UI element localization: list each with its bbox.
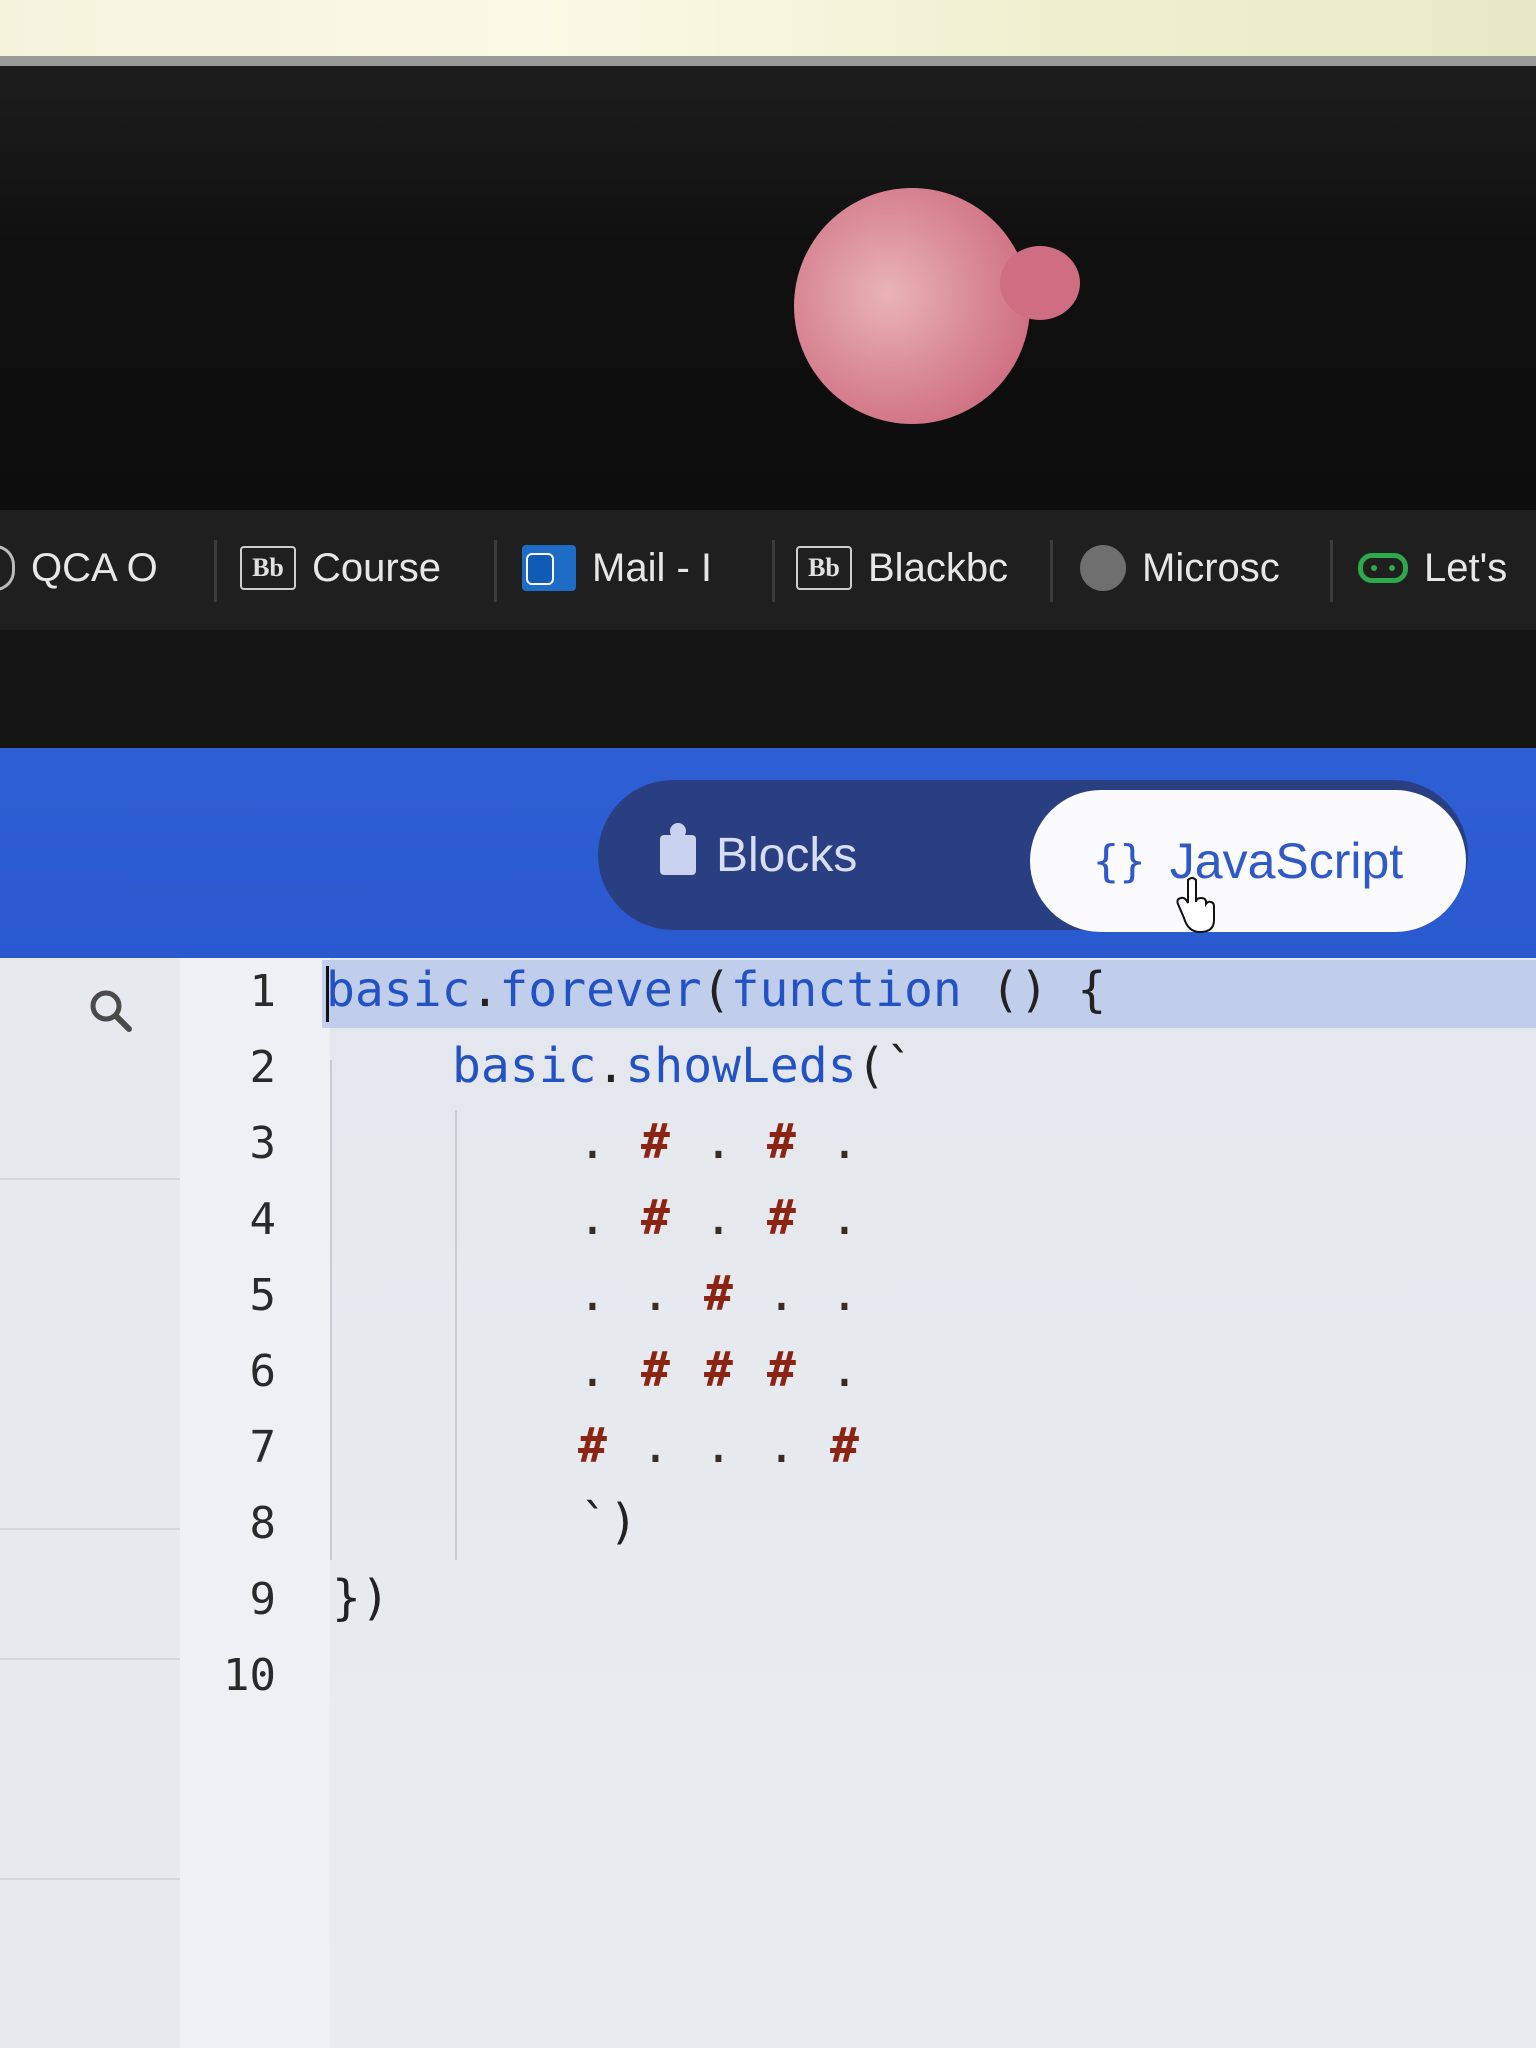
led-off: . xyxy=(641,1418,670,1474)
led-on: # xyxy=(641,1190,670,1246)
bookmark-label: Course xyxy=(312,545,441,590)
led-off: . xyxy=(704,1114,733,1170)
line-number: 5 xyxy=(249,1270,277,1321)
led-on: # xyxy=(767,1342,796,1398)
blocks-button[interactable]: Blocks xyxy=(660,800,857,910)
bookmark-label: Microsc xyxy=(1142,545,1280,590)
bookmark-label: Mail - I xyxy=(592,545,712,590)
bookmark-label: Let's xyxy=(1424,545,1508,590)
line-number: 6 xyxy=(249,1346,277,1397)
line-number: 1 xyxy=(249,966,277,1017)
led-on: # xyxy=(767,1190,796,1246)
led-off: . xyxy=(578,1114,607,1170)
line-number: 7 xyxy=(249,1422,277,1473)
led-off: . xyxy=(767,1266,796,1322)
code-line-8: `) xyxy=(580,1494,638,1550)
code-line-9: }) xyxy=(332,1570,390,1626)
blocks-label: Blocks xyxy=(716,828,858,882)
search-icon[interactable] xyxy=(86,986,134,1034)
code-line-5: .. #.. xyxy=(578,1266,893,1322)
puzzle-icon xyxy=(660,823,696,875)
blackboard-icon: Bb xyxy=(796,546,852,590)
led-off: . xyxy=(641,1266,670,1322)
outlook-icon xyxy=(522,545,576,591)
circle-icon xyxy=(0,545,15,591)
code-line-4: . #. #. xyxy=(578,1190,893,1246)
bookmark-separator xyxy=(494,540,497,602)
led-off: . xyxy=(578,1266,607,1322)
bookmark-label: QCA O xyxy=(31,545,158,590)
line-number: 8 xyxy=(249,1498,277,1549)
browser-top-area xyxy=(0,66,1536,510)
led-on: # xyxy=(704,1266,733,1322)
bookmark-qca[interactable]: QCA O xyxy=(0,536,180,600)
bookmark-microsoft[interactable]: Microsc xyxy=(1080,536,1302,600)
code-line-1: basic.forever(function () { xyxy=(326,962,1107,1018)
microbit-icon xyxy=(1358,553,1408,583)
led-off: . xyxy=(767,1418,796,1474)
led-on: # xyxy=(641,1342,670,1398)
bookmark-separator xyxy=(772,540,775,602)
line-number: 9 xyxy=(249,1574,277,1625)
braces-icon: {} xyxy=(1092,835,1146,887)
bookmarks-bar: QCA O Bb Course Mail - I Bb Blackbc Micr… xyxy=(0,510,1536,630)
profile-avatar[interactable] xyxy=(794,188,1030,424)
led-off: . xyxy=(704,1190,733,1246)
led-on: # xyxy=(830,1418,859,1474)
line-number: 10 xyxy=(223,1650,276,1701)
javascript-button[interactable]: {} JavaScript xyxy=(1030,790,1466,932)
screen-glare xyxy=(0,0,1536,62)
line-number: 3 xyxy=(249,1118,277,1169)
led-on: # xyxy=(641,1114,670,1170)
bookmark-separator xyxy=(1330,540,1333,602)
globe-icon xyxy=(1080,545,1126,591)
bookmark-blackboard[interactable]: Bb Blackbc xyxy=(796,536,1018,600)
blackboard-icon: Bb xyxy=(240,546,296,590)
led-on: # xyxy=(578,1418,607,1474)
indent-guide xyxy=(455,1110,457,1560)
indent-guide xyxy=(330,1060,332,1560)
code-line-6: . # # #. xyxy=(578,1342,893,1398)
code-line-7: #... # xyxy=(578,1418,893,1474)
led-on: # xyxy=(704,1342,733,1398)
line-number: 4 xyxy=(249,1194,277,1245)
toolbox-strip xyxy=(0,958,180,2048)
code-line-2: basic.showLeds(` xyxy=(452,1038,915,1094)
bookmark-course[interactable]: Bb Course xyxy=(240,536,460,600)
led-off: . xyxy=(830,1266,859,1322)
led-off: . xyxy=(830,1114,859,1170)
bookmark-lets[interactable]: Let's xyxy=(1358,536,1536,600)
code-editor[interactable] xyxy=(330,958,1536,2048)
led-off: . xyxy=(830,1190,859,1246)
hand-cursor-icon xyxy=(1176,877,1215,934)
line-number: 2 xyxy=(249,1042,277,1093)
led-off: . xyxy=(578,1190,607,1246)
led-on: # xyxy=(767,1114,796,1170)
led-off: . xyxy=(830,1342,859,1398)
led-off: . xyxy=(704,1418,733,1474)
bookmark-separator xyxy=(1050,540,1053,602)
avatar-decoration xyxy=(1000,246,1080,320)
code-line-3: . #. #. xyxy=(578,1114,893,1170)
bookmark-separator xyxy=(214,540,217,602)
bookmark-mail[interactable]: Mail - I xyxy=(522,536,742,600)
bookmark-label: Blackbc xyxy=(868,545,1009,590)
browser-gap xyxy=(0,630,1536,748)
monitor-bezel xyxy=(0,56,1536,66)
led-off: . xyxy=(578,1342,607,1398)
